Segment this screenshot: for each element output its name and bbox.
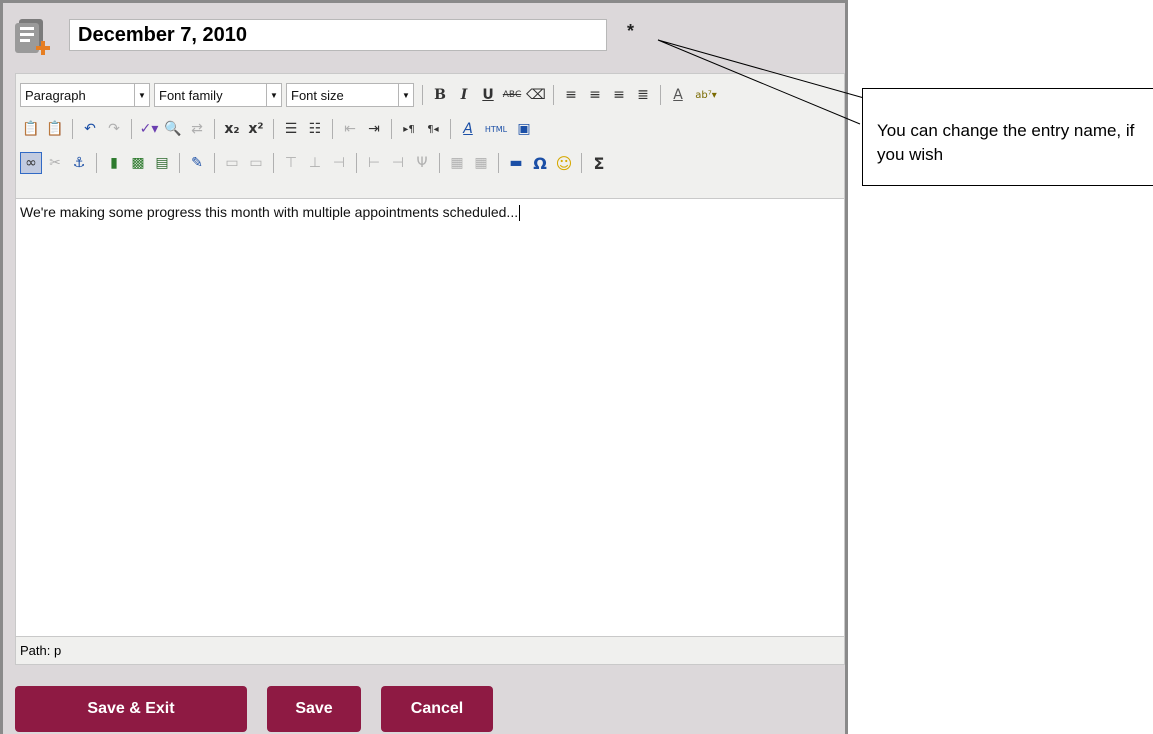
special-char-icon[interactable]: Ω <box>529 152 551 174</box>
path-label: Path: p <box>20 643 62 658</box>
bullet-list-icon[interactable]: ☰ <box>280 118 302 140</box>
delete-col-icon[interactable]: Ψ <box>411 152 433 174</box>
toolbar-separator <box>422 85 423 105</box>
subscript-icon[interactable]: x₂ <box>221 118 243 140</box>
rich-text-editor: Paragraph ▼ Font family ▼ Font size ▼ B I U… <box>15 73 845 665</box>
action-buttons: Save & Exit Save Cancel <box>15 686 493 732</box>
merge-cells-icon[interactable]: ▦ <box>470 152 492 174</box>
anchor-icon[interactable]: ⚓ <box>68 152 90 174</box>
toolbar-separator <box>356 153 357 173</box>
html-source-button[interactable]: HTML <box>481 118 511 140</box>
toolbar-separator <box>553 85 554 105</box>
insert-image-icon[interactable]: ▩ <box>127 152 149 174</box>
editor-toolbar: Paragraph ▼ Font family ▼ Font size ▼ B I U… <box>16 74 844 199</box>
toolbar-separator <box>273 153 274 173</box>
bold-button[interactable]: B <box>429 84 451 106</box>
fullscreen-icon[interactable]: ▣ <box>513 118 535 140</box>
replace-icon[interactable]: ⇄ <box>186 118 208 140</box>
toolbar-separator <box>581 153 582 173</box>
highlight-color-icon[interactable]: ab⁷▾ <box>691 84 721 106</box>
title-row: December 7, 2010 * <box>13 15 833 61</box>
entry-editor-panel: December 7, 2010 * Paragraph ▼ Font famil… <box>0 0 848 734</box>
toolbar-separator <box>660 85 661 105</box>
paste-text-icon[interactable]: 📋 <box>20 118 42 140</box>
new-entry-icon <box>13 17 55 57</box>
toolbar-separator <box>498 153 499 173</box>
link-icon[interactable]: ∞ <box>20 152 42 174</box>
remove-format-icon[interactable]: ⌫ <box>525 84 547 106</box>
edit-attributes-icon[interactable]: ✎ <box>186 152 208 174</box>
toolbar-separator <box>332 119 333 139</box>
font-family-select-label: Font family <box>159 87 223 103</box>
chevron-down-icon: ▼ <box>398 84 413 106</box>
outdent-icon[interactable]: ⇤ <box>339 118 361 140</box>
undo-icon[interactable]: ↶ <box>79 118 101 140</box>
unlink-icon[interactable]: ✂ <box>44 152 66 174</box>
required-marker: * <box>627 21 635 41</box>
insert-media-icon[interactable]: ▤ <box>151 152 173 174</box>
toolbar-row-3: ∞ ✂ ⚓ ▮ ▩ ▤ ✎ ▭ ▭ ⊤ ⊥ ⊣ ⊢ ⊣ Ψ ▦ ▦ ▬ Ω ☺ … <box>20 148 610 178</box>
chevron-down-icon: ▼ <box>266 84 281 106</box>
text-color-icon[interactable]: A <box>667 84 689 106</box>
math-sum-icon[interactable]: Σ <box>588 152 610 174</box>
underline-button[interactable]: U <box>477 84 499 106</box>
align-center-icon[interactable]: ≡ <box>584 84 606 106</box>
editor-content-area[interactable]: We're making some progress this month wi… <box>20 204 521 222</box>
toolbar-separator <box>214 119 215 139</box>
editor-text: We're making some progress this month wi… <box>20 204 519 220</box>
style-icon[interactable]: A <box>457 118 479 140</box>
align-right-icon[interactable]: ≡ <box>608 84 630 106</box>
insert-col-before-icon[interactable]: ⊢ <box>363 152 385 174</box>
rtl-icon[interactable]: ¶◂ <box>422 118 444 140</box>
table-cell-props-icon[interactable]: ▭ <box>245 152 267 174</box>
italic-button[interactable]: I <box>453 84 475 106</box>
callout-box: You can change the entry name, if you wi… <box>862 88 1153 186</box>
align-justify-icon[interactable]: ≣ <box>632 84 654 106</box>
font-size-select-label: Font size <box>291 87 344 103</box>
entry-name-input[interactable]: December 7, 2010 <box>69 19 607 51</box>
delete-row-icon[interactable]: ⊣ <box>328 152 350 174</box>
find-icon[interactable]: 🔍 <box>162 118 184 140</box>
callout-text: You can change the entry name, if you wi… <box>877 121 1135 164</box>
numbered-list-icon[interactable]: ☷ <box>304 118 326 140</box>
insert-col-after-icon[interactable]: ⊣ <box>387 152 409 174</box>
toolbar-row-1: Paragraph ▼ Font family ▼ Font size ▼ B I U… <box>20 80 721 110</box>
paste-word-icon[interactable]: 📋 <box>44 118 66 140</box>
toolbar-separator <box>131 119 132 139</box>
redo-icon[interactable]: ↷ <box>103 118 125 140</box>
toolbar-separator <box>439 153 440 173</box>
format-select-label: Paragraph <box>25 87 86 103</box>
cancel-button[interactable]: Cancel <box>381 686 493 732</box>
horizontal-rule-icon[interactable]: ▬ <box>505 152 527 174</box>
toolbar-separator <box>179 153 180 173</box>
font-family-select[interactable]: Font family ▼ <box>154 83 282 107</box>
toolbar-separator <box>273 119 274 139</box>
table-row-props-icon[interactable]: ▭ <box>221 152 243 174</box>
insert-row-before-icon[interactable]: ⊤ <box>280 152 302 174</box>
superscript-icon[interactable]: x² <box>245 118 267 140</box>
text-caret <box>519 205 521 222</box>
split-cells-icon[interactable]: ▦ <box>446 152 468 174</box>
spellcheck-icon[interactable]: ✓▾ <box>138 118 160 140</box>
toolbar-separator <box>450 119 451 139</box>
emoticon-icon[interactable]: ☺ <box>553 152 575 174</box>
chevron-down-icon: ▼ <box>134 84 149 106</box>
align-left-icon[interactable]: ≡ <box>560 84 582 106</box>
toolbar-separator <box>96 153 97 173</box>
toolbar-separator <box>391 119 392 139</box>
indent-icon[interactable]: ⇥ <box>363 118 385 140</box>
font-size-select[interactable]: Font size ▼ <box>286 83 414 107</box>
format-select[interactable]: Paragraph ▼ <box>20 83 150 107</box>
toolbar-row-2: 📋 📋 ↶ ↷ ✓▾ 🔍 ⇄ x₂ x² ☰ ☷ ⇤ ⇥ ▸¶ ¶◂ A HTM… <box>20 114 535 144</box>
ltr-icon[interactable]: ▸¶ <box>398 118 420 140</box>
toolbar-separator <box>214 153 215 173</box>
insert-row-after-icon[interactable]: ⊥ <box>304 152 326 174</box>
strikethrough-button[interactable]: ABC <box>501 84 523 106</box>
save-exit-button[interactable]: Save & Exit <box>15 686 247 732</box>
toolbar-separator <box>72 119 73 139</box>
insert-document-icon[interactable]: ▮ <box>103 152 125 174</box>
path-statusbar: Path: p <box>16 636 844 664</box>
save-button[interactable]: Save <box>267 686 361 732</box>
